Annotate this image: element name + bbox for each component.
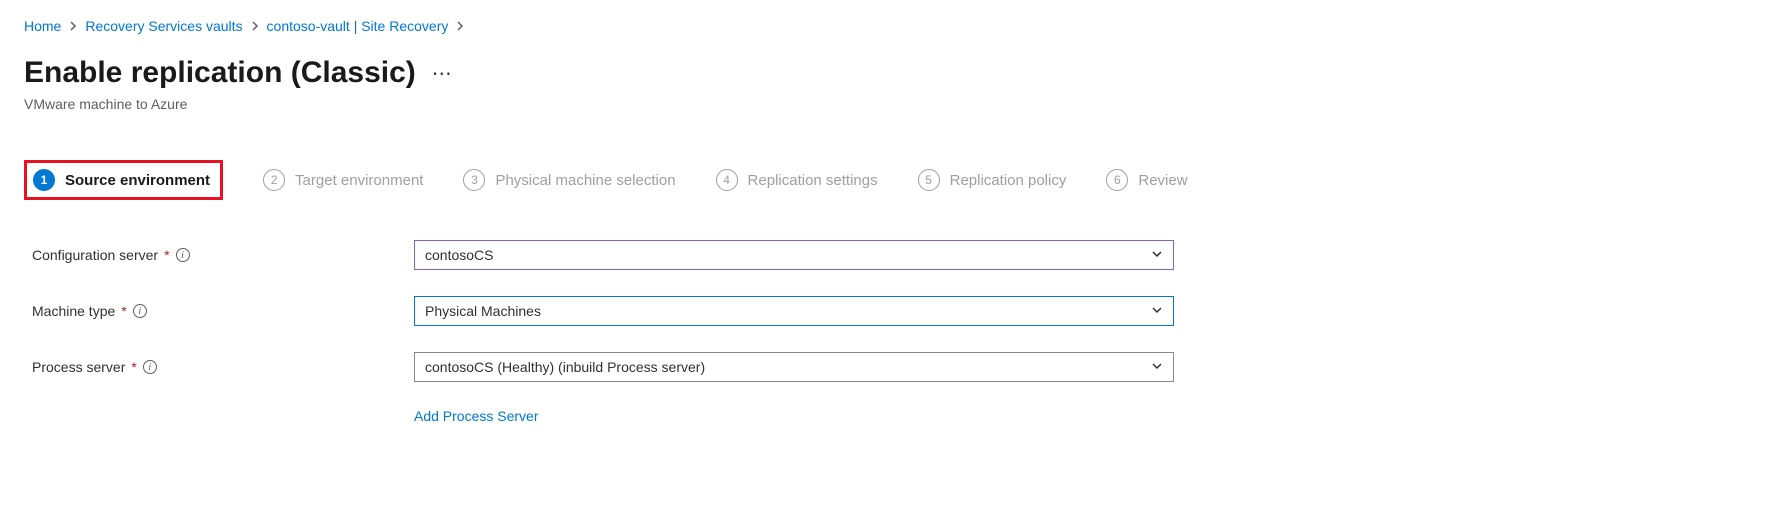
info-icon[interactable]: i	[176, 248, 190, 262]
row-configuration-server: Configuration server * i contosoCS	[24, 240, 1745, 270]
required-marker: *	[121, 303, 126, 319]
breadcrumb: Home Recovery Services vaults contoso-va…	[24, 18, 1745, 34]
select-configuration-server[interactable]: contosoCS	[414, 240, 1174, 270]
step-label: Replication settings	[748, 172, 878, 189]
step-replication-settings[interactable]: 4 Replication settings	[716, 169, 878, 191]
select-machine-type[interactable]: Physical Machines	[414, 296, 1174, 326]
select-value: contosoCS (Healthy) (inbuild Process ser…	[425, 359, 705, 375]
required-marker: *	[164, 247, 169, 263]
step-label: Review	[1138, 172, 1187, 189]
chevron-down-icon	[1151, 303, 1163, 319]
row-machine-type: Machine type * i Physical Machines	[24, 296, 1745, 326]
step-label: Physical machine selection	[495, 172, 675, 189]
page-subtitle: VMware machine to Azure	[24, 96, 1745, 112]
step-badge: 3	[463, 169, 485, 191]
step-physical-machine-selection[interactable]: 3 Physical machine selection	[463, 169, 675, 191]
row-process-server: Process server * i contosoCS (Healthy) (…	[24, 352, 1745, 382]
step-badge: 1	[33, 169, 55, 191]
label-text: Machine type	[32, 303, 115, 319]
step-replication-policy[interactable]: 5 Replication policy	[918, 169, 1067, 191]
chevron-down-icon	[1151, 247, 1163, 263]
info-icon[interactable]: i	[143, 360, 157, 374]
step-badge: 4	[716, 169, 738, 191]
step-source-environment[interactable]: 1 Source environment	[24, 160, 223, 200]
label-process-server: Process server * i	[24, 359, 414, 375]
step-target-environment[interactable]: 2 Target environment	[263, 169, 423, 191]
step-badge: 6	[1106, 169, 1128, 191]
add-process-server-link[interactable]: Add Process Server	[414, 408, 539, 424]
step-label: Replication policy	[950, 172, 1067, 189]
label-machine-type: Machine type * i	[24, 303, 414, 319]
step-badge: 2	[263, 169, 285, 191]
wizard-steps: 1 Source environment 2 Target environmen…	[24, 160, 1745, 200]
label-text: Process server	[32, 359, 125, 375]
breadcrumb-vault-recovery[interactable]: contoso-vault | Site Recovery	[267, 18, 449, 34]
label-text: Configuration server	[32, 247, 158, 263]
step-badge: 5	[918, 169, 940, 191]
more-actions-button[interactable]: ⋯	[432, 61, 453, 86]
chevron-right-icon	[69, 21, 77, 31]
step-review[interactable]: 6 Review	[1106, 169, 1187, 191]
info-icon[interactable]: i	[133, 304, 147, 318]
chevron-right-icon	[251, 21, 259, 31]
page-heading-row: Enable replication (Classic) ⋯	[24, 56, 1745, 90]
chevron-right-icon	[456, 21, 464, 31]
select-process-server[interactable]: contosoCS (Healthy) (inbuild Process ser…	[414, 352, 1174, 382]
step-label: Target environment	[295, 172, 423, 189]
select-value: Physical Machines	[425, 303, 541, 319]
label-configuration-server: Configuration server * i	[24, 247, 414, 263]
select-value: contosoCS	[425, 247, 493, 263]
breadcrumb-vaults[interactable]: Recovery Services vaults	[85, 18, 242, 34]
breadcrumb-home[interactable]: Home	[24, 18, 61, 34]
chevron-down-icon	[1151, 359, 1163, 375]
page-title: Enable replication (Classic)	[24, 56, 416, 90]
step-label: Source environment	[65, 172, 210, 189]
required-marker: *	[131, 359, 136, 375]
